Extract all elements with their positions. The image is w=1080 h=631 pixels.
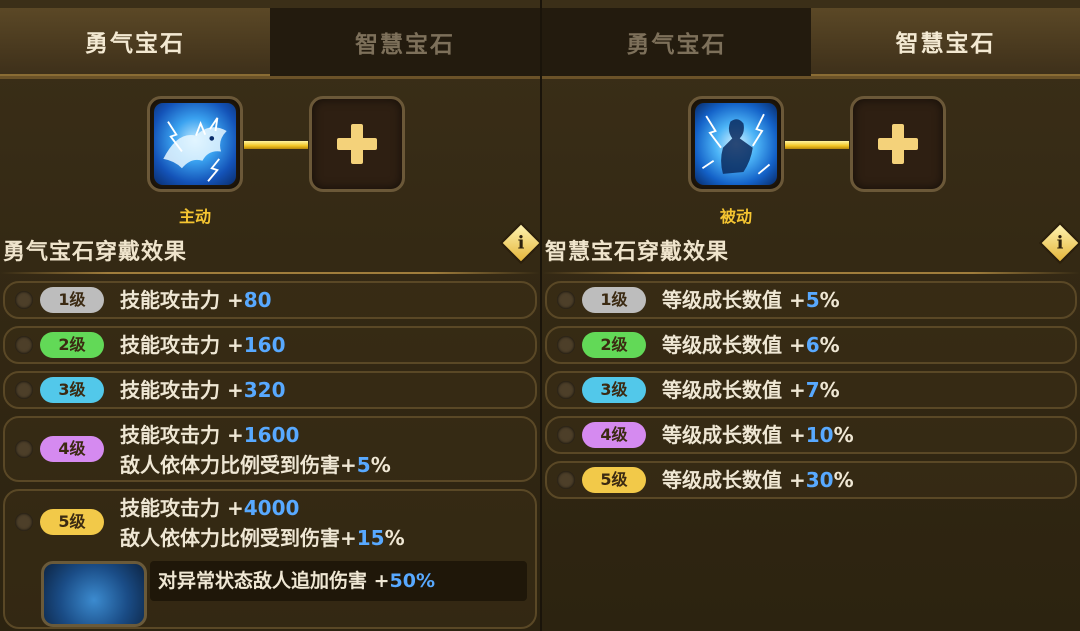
section-title: 勇气宝石穿戴效果 <box>3 240 188 265</box>
effect-row-level-5: 5级 技能攻击力 +4000 敌人依体力比例受到伤害+15% 对异常状态敌人追加… <box>3 489 537 629</box>
tab-bravery-gem[interactable]: 勇气宝石 <box>542 8 811 76</box>
gem-tabs: 勇气宝石 智慧宝石 <box>0 8 540 76</box>
info-button[interactable]: i <box>499 221 540 265</box>
equipped-gem-slot[interactable] <box>147 96 243 192</box>
status-dot <box>15 381 33 399</box>
tab-divider <box>0 76 540 79</box>
effect-line: 等级成长数值 +30% <box>662 468 854 492</box>
effect-row-level-1: 1级 等级成长数值 +5% <box>545 281 1077 319</box>
lightning-warrior-gem-icon <box>695 103 777 185</box>
effect-line: 等级成长数值 +5% <box>662 288 840 312</box>
effect-line: 等级成长数值 +6% <box>662 333 840 357</box>
add-gem-slot[interactable] <box>850 96 946 192</box>
level-badge: 1级 <box>582 287 646 313</box>
effect-list: 1级 技能攻击力 +80 2级 技能攻击力 +160 3级 技能攻击力 +320… <box>3 281 537 631</box>
effect-line: 等级成长数值 +10% <box>662 423 854 447</box>
level-badge: 2级 <box>582 332 646 358</box>
skill-effect-icon <box>41 561 147 627</box>
effect-line: 技能攻击力 +1600 敌人依体力比例受到伤害+5% <box>120 423 391 477</box>
section-divider <box>0 272 540 274</box>
effect-row-level-1: 1级 技能攻击力 +80 <box>3 281 537 319</box>
gem-connector <box>785 141 849 149</box>
level-badge: 1级 <box>40 287 104 313</box>
status-dot <box>15 291 33 309</box>
effect-row-level-3: 3级 等级成长数值 +7% <box>545 371 1077 409</box>
level-badge: 3级 <box>582 377 646 403</box>
status-dot <box>15 336 33 354</box>
dragon-gem-icon <box>154 103 236 185</box>
effect-line: 等级成长数值 +7% <box>662 378 840 402</box>
status-dot <box>15 440 33 458</box>
plus-icon <box>878 124 918 164</box>
effect-row-level-3: 3级 技能攻击力 +320 <box>3 371 537 409</box>
bravery-gem-panel: 勇气宝石 智慧宝石 主动 勇气宝石穿戴效果 i 1级 技能攻击力 +80 2级 … <box>0 0 540 631</box>
section-divider <box>542 272 1080 274</box>
info-icon: i <box>517 232 525 254</box>
status-dot <box>15 513 33 531</box>
effect-row-level-2: 2级 等级成长数值 +6% <box>545 326 1077 364</box>
effect-row-level-4: 4级 等级成长数值 +10% <box>545 416 1077 454</box>
info-button[interactable]: i <box>1038 221 1080 265</box>
level-badge: 3级 <box>40 377 104 403</box>
plus-icon <box>337 124 377 164</box>
add-gem-slot[interactable] <box>309 96 405 192</box>
level-badge: 4级 <box>582 422 646 448</box>
tab-divider <box>542 76 1080 79</box>
tab-wisdom-gem[interactable]: 智慧宝石 <box>270 8 540 76</box>
status-dot <box>557 426 575 444</box>
section-title: 智慧宝石穿戴效果 <box>545 240 730 265</box>
tab-wisdom-gem[interactable]: 智慧宝石 <box>811 8 1080 76</box>
gem-tabs: 勇气宝石 智慧宝石 <box>542 8 1080 76</box>
effect-row-level-4: 4级 技能攻击力 +1600 敌人依体力比例受到伤害+5% <box>3 416 537 482</box>
status-dot <box>557 471 575 489</box>
level-badge: 4级 <box>40 436 104 462</box>
tab-bravery-gem[interactable]: 勇气宝石 <box>0 8 270 76</box>
effect-list: 1级 等级成长数值 +5% 2级 等级成长数值 +6% 3级 等级成长数值 +7… <box>545 281 1077 506</box>
effect-line: 技能攻击力 +4000 敌人依体力比例受到伤害+15% <box>120 496 405 550</box>
info-icon: i <box>1056 232 1064 254</box>
status-dot <box>557 291 575 309</box>
wisdom-gem-panel: 勇气宝石 智慧宝石 被动 智慧宝石穿戴效果 i 1级 等级成长数值 +5% 2级… <box>542 0 1080 631</box>
level-badge: 2级 <box>40 332 104 358</box>
effect-line: 技能攻击力 +320 <box>120 378 286 402</box>
level-badge: 5级 <box>582 467 646 493</box>
status-dot <box>557 336 575 354</box>
equipped-gem-slot[interactable] <box>688 96 784 192</box>
status-dot <box>557 381 575 399</box>
gem-connector <box>244 141 308 149</box>
effect-line: 技能攻击力 +160 <box>120 333 286 357</box>
level-badge: 5级 <box>40 509 104 535</box>
effect-row-level-2: 2级 技能攻击力 +160 <box>3 326 537 364</box>
sub-effect-text: 对异常状态敌人追加伤害 +50% <box>150 561 527 601</box>
effect-line: 技能攻击力 +80 <box>120 288 272 312</box>
effect-row-level-5: 5级 等级成长数值 +30% <box>545 461 1077 499</box>
gem-type-label: 主动 <box>178 207 211 226</box>
gem-type-label: 被动 <box>719 207 752 226</box>
